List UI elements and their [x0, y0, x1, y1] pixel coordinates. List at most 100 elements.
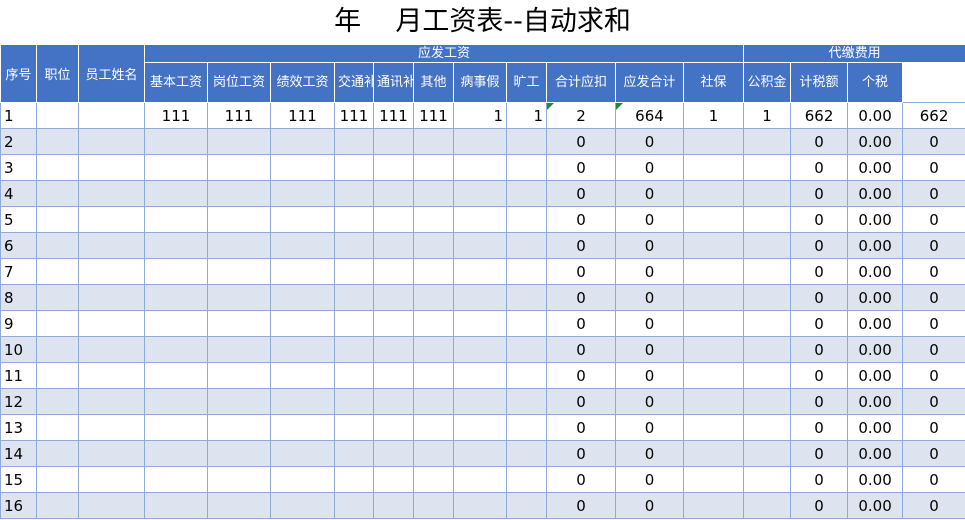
cell-other[interactable] [413, 258, 454, 285]
cell-basic[interactable] [144, 362, 208, 389]
cell-post[interactable] [207, 362, 271, 389]
cell-social[interactable] [682, 492, 745, 519]
cell-deduct[interactable]: 0 [546, 362, 616, 389]
cell-taxable[interactable]: 0 [790, 388, 849, 415]
cell-position[interactable] [36, 310, 79, 337]
cell-deduct[interactable]: 0 [546, 180, 616, 207]
cell-gross[interactable]: 0 [615, 336, 684, 363]
cell-basic[interactable]: 111 [144, 102, 208, 129]
cell-total[interactable]: 0 [902, 310, 965, 337]
cell-deduct[interactable]: 0 [546, 128, 616, 155]
cell-seq[interactable]: 6 [0, 232, 37, 259]
cell-sick[interactable] [453, 154, 507, 181]
cell-comm[interactable]: 111 [373, 102, 414, 129]
cell-gross[interactable]: 0 [615, 258, 684, 285]
cell-post[interactable] [207, 310, 271, 337]
cell-basic[interactable] [144, 232, 208, 259]
cell-transport[interactable]: 111 [334, 102, 374, 129]
cell-gross[interactable]: 0 [615, 232, 684, 259]
cell-position[interactable] [36, 154, 79, 181]
cell-basic[interactable] [144, 206, 208, 233]
cell-total[interactable]: 0 [902, 336, 965, 363]
cell-total[interactable]: 0 [902, 232, 965, 259]
cell-sick[interactable] [453, 232, 507, 259]
cell-name[interactable] [78, 102, 145, 129]
cell-deduct[interactable]: 0 [546, 466, 616, 493]
cell-absent[interactable] [506, 466, 547, 493]
cell-tax[interactable]: 0.00 [847, 388, 904, 415]
header-other[interactable]: 其他 [413, 62, 454, 103]
cell-tax[interactable]: 0.00 [847, 232, 904, 259]
cell-deduct[interactable]: 0 [546, 336, 616, 363]
cell-fund[interactable] [743, 414, 792, 441]
cell-tax[interactable]: 0.00 [847, 180, 904, 207]
cell-taxable[interactable]: 0 [790, 180, 849, 207]
cell-taxable[interactable]: 0 [790, 232, 849, 259]
cell-other[interactable] [413, 492, 454, 519]
cell-basic[interactable] [144, 154, 208, 181]
cell-deduct[interactable]: 0 [546, 284, 616, 311]
cell-name[interactable] [78, 362, 145, 389]
header-taxable[interactable]: 计税额 [790, 62, 849, 103]
cell-deduct[interactable]: 0 [546, 206, 616, 233]
cell-transport[interactable] [334, 440, 374, 467]
cell-name[interactable] [78, 440, 145, 467]
cell-seq[interactable]: 13 [0, 414, 37, 441]
cell-deduct[interactable]: 0 [546, 440, 616, 467]
cell-total[interactable]: 0 [902, 154, 965, 181]
cell-tax[interactable]: 0.00 [847, 466, 904, 493]
header-transport[interactable]: 交通补贴 [334, 62, 374, 103]
cell-total[interactable]: 0 [902, 180, 965, 207]
cell-deduct[interactable]: 0 [546, 154, 616, 181]
cell-sick[interactable]: 1 [453, 102, 507, 129]
cell-basic[interactable] [144, 310, 208, 337]
cell-social[interactable] [682, 414, 745, 441]
cell-social[interactable] [682, 388, 745, 415]
cell-seq[interactable]: 16 [0, 492, 37, 519]
cell-post[interactable] [207, 154, 271, 181]
cell-tax[interactable]: 0.00 [847, 310, 904, 337]
cell-deduct[interactable]: 0 [546, 310, 616, 337]
cell-total[interactable]: 0 [902, 414, 965, 441]
cell-tax[interactable]: 0.00 [847, 258, 904, 285]
cell-basic[interactable] [144, 440, 208, 467]
cell-taxable[interactable]: 0 [790, 258, 849, 285]
cell-fund[interactable] [743, 466, 792, 493]
cell-gross[interactable]: 0 [615, 362, 684, 389]
cell-taxable[interactable]: 0 [790, 128, 849, 155]
cell-seq[interactable]: 10 [0, 336, 37, 363]
cell-total[interactable]: 0 [902, 362, 965, 389]
cell-comm[interactable] [373, 336, 414, 363]
header-post[interactable]: 岗位工资 [207, 62, 271, 103]
cell-transport[interactable] [334, 284, 374, 311]
cell-other[interactable] [413, 128, 454, 155]
cell-perf[interactable] [270, 492, 335, 519]
cell-sick[interactable] [453, 180, 507, 207]
cell-post[interactable] [207, 232, 271, 259]
cell-comm[interactable] [373, 232, 414, 259]
cell-comm[interactable] [373, 154, 414, 181]
cell-gross[interactable]: 0 [615, 466, 684, 493]
cell-basic[interactable] [144, 284, 208, 311]
cell-name[interactable] [78, 284, 145, 311]
cell-gross[interactable]: 664 [615, 102, 684, 129]
cell-name[interactable] [78, 414, 145, 441]
cell-total[interactable]: 0 [902, 284, 965, 311]
cell-social[interactable] [682, 362, 745, 389]
cell-social[interactable] [682, 258, 745, 285]
cell-absent[interactable] [506, 310, 547, 337]
cell-other[interactable] [413, 310, 454, 337]
cell-transport[interactable] [334, 232, 374, 259]
cell-post[interactable] [207, 440, 271, 467]
cell-seq[interactable]: 12 [0, 388, 37, 415]
cell-taxable[interactable]: 0 [790, 414, 849, 441]
cell-sick[interactable] [453, 362, 507, 389]
cell-transport[interactable] [334, 258, 374, 285]
cell-post[interactable] [207, 258, 271, 285]
cell-social[interactable] [682, 180, 745, 207]
cell-basic[interactable] [144, 492, 208, 519]
cell-comm[interactable] [373, 284, 414, 311]
header-basic[interactable]: 基本工资 [144, 62, 208, 103]
cell-gross[interactable]: 0 [615, 414, 684, 441]
cell-deduct[interactable]: 0 [546, 492, 616, 519]
